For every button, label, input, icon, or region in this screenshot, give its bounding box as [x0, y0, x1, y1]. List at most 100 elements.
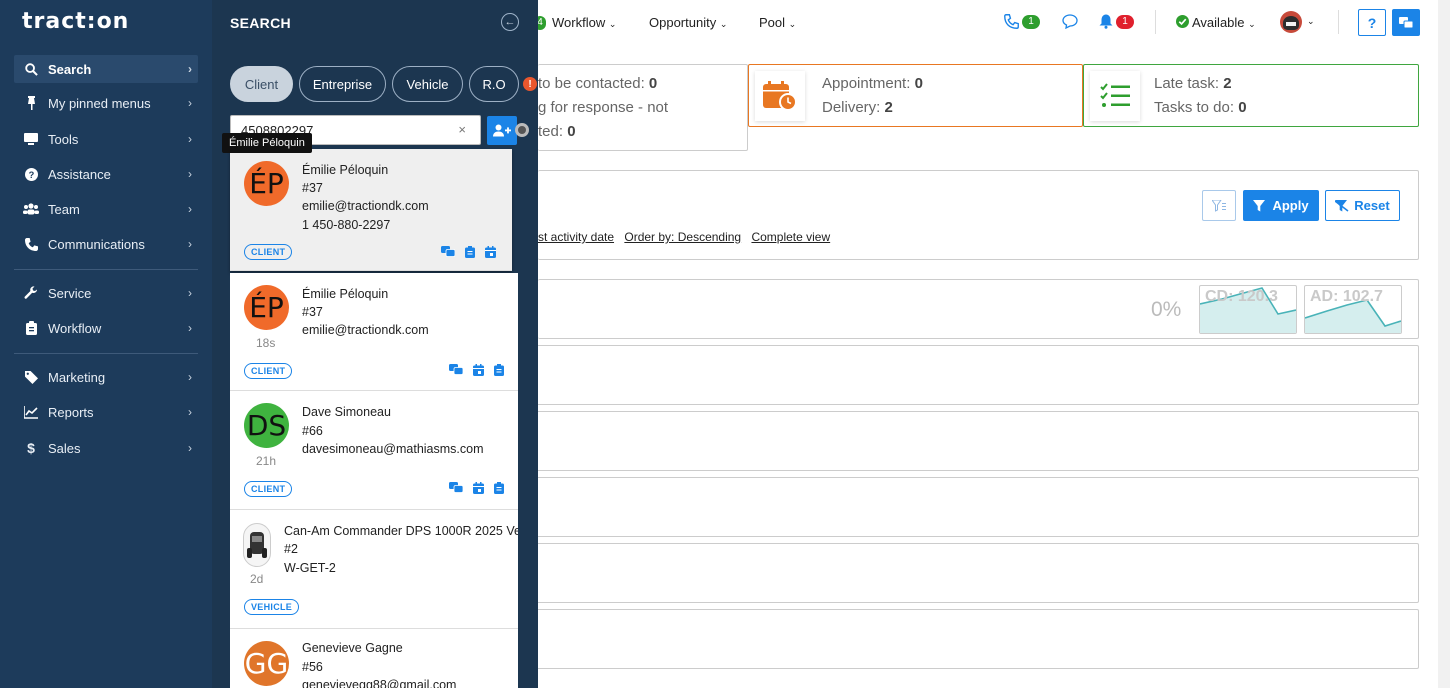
chat-icon[interactable]	[449, 364, 463, 375]
chevron-right-icon: ›	[188, 202, 192, 216]
chevron-down-icon: ⌄	[719, 19, 728, 29]
topbar-divider	[1155, 10, 1156, 34]
list-row[interactable]	[538, 345, 1419, 405]
chevron-down-icon[interactable]: ⌄	[1307, 16, 1315, 27]
collapse-panel-button[interactable]: ←	[501, 13, 519, 31]
pool-menu[interactable]: Pool ⌄	[759, 15, 796, 30]
sidebar-item-sales[interactable]: $ Sales ›	[14, 434, 198, 462]
vehicle-photo	[243, 523, 271, 567]
add-client-button[interactable]	[487, 116, 517, 145]
warning-icon: !	[523, 77, 537, 91]
stat-box-tasks[interactable]: Late task: 2 Tasks to do: 0	[1083, 64, 1419, 127]
chat-icon[interactable]	[1062, 14, 1078, 34]
chevron-down-icon: ⌄	[788, 19, 797, 29]
sidebar-item-marketing[interactable]: Marketing ›	[14, 363, 198, 391]
sidebar-item-reports[interactable]: Reports ›	[14, 398, 198, 426]
result-name: Dave Simoneau	[302, 405, 391, 419]
search-result-item[interactable]: ÉP Émilie Péloquin #37 emilie@tractiondk…	[230, 149, 512, 271]
apply-filter-button[interactable]: Apply	[1243, 190, 1319, 221]
chat-icon[interactable]	[449, 482, 463, 493]
tab-vehicle[interactable]: Vehicle	[392, 66, 463, 102]
chat-icon[interactable]	[441, 246, 455, 257]
list-row[interactable]	[538, 411, 1419, 471]
avatar-visor-graphic	[1286, 22, 1296, 26]
tab-client[interactable]: Client	[230, 66, 293, 102]
stat-label: to be contacted:	[538, 75, 649, 92]
app-logo[interactable]: tract:on	[22, 9, 129, 34]
chevron-right-icon: ›	[188, 405, 192, 419]
result-tooltip: Émilie Péloquin	[222, 133, 312, 153]
opportunity-menu[interactable]: Opportunity ⌄	[649, 15, 727, 30]
bell-icon[interactable]	[1099, 14, 1113, 34]
sort-field-link[interactable]: st activity date	[538, 230, 614, 244]
result-phone: 1 450-880-2297	[302, 218, 391, 232]
result-email: davesimoneau@mathiasms.com	[302, 442, 484, 456]
arrow-left-icon: ←	[504, 16, 516, 28]
reset-filter-button[interactable]: Reset	[1325, 190, 1400, 221]
tab-ro[interactable]: R.O	[469, 66, 519, 102]
list-row[interactable]	[538, 609, 1419, 669]
sidebar-item-label: Assistance	[48, 166, 111, 182]
stat-line: ted: 0	[538, 123, 576, 140]
list-row[interactable]	[538, 543, 1419, 603]
view-mode-link[interactable]: Complete view	[751, 230, 830, 244]
clipboard-icon[interactable]	[494, 482, 504, 494]
phone-icon[interactable]	[1004, 14, 1019, 34]
list-row[interactable]	[538, 477, 1419, 537]
clipboard-icon	[21, 321, 41, 335]
filter-list-icon	[1212, 199, 1226, 212]
sidebar-item-team[interactable]: Team ›	[14, 195, 198, 223]
clipboard-icon[interactable]	[465, 246, 475, 258]
sidebar-item-workflow[interactable]: Workflow ›	[14, 314, 198, 342]
filter-options-button[interactable]	[1202, 190, 1236, 221]
sidebar-item-search[interactable]: Search ›	[14, 55, 198, 83]
stat-value: 0	[914, 75, 923, 92]
calendar-icon[interactable]	[485, 246, 496, 258]
sidebar-divider	[14, 269, 198, 270]
result-number: #2	[284, 542, 298, 556]
stat-box-appointments[interactable]: Appointment: 0 Delivery: 2	[748, 64, 1083, 127]
availability-status-dropdown[interactable]: Available ⌄	[1192, 15, 1256, 30]
search-result-item[interactable]: 2d Can-Am Commander DPS 1000R 2025 Ve #2…	[230, 510, 518, 629]
search-result-item[interactable]: ÉP 18s Émilie Péloquin #37 emilie@tracti…	[230, 273, 518, 391]
order-by-link[interactable]: Order by: Descending	[624, 230, 741, 244]
user-avatar[interactable]	[1280, 11, 1302, 33]
pin-icon	[21, 96, 41, 110]
stat-label: ted:	[538, 123, 568, 140]
apply-filter-label: Apply	[1272, 198, 1309, 213]
ad-sparkline[interactable]: AD: 102.7	[1304, 285, 1402, 334]
clear-search-icon[interactable]: ×	[458, 122, 466, 137]
cd-sparkline[interactable]: CD: 120.3	[1199, 285, 1297, 334]
sidebar-item-assistance[interactable]: ? Assistance ›	[14, 160, 198, 188]
calendar-icon[interactable]	[473, 364, 484, 376]
search-result-item[interactable]: GG Genevieve Gagne #56 genevievegg88@gma…	[230, 629, 518, 688]
opportunity-menu-label: Opportunity	[649, 15, 717, 30]
tab-entreprise[interactable]: Entreprise	[299, 66, 386, 102]
search-result-item[interactable]: DS 21h Dave Simoneau #66 davesimoneau@ma…	[230, 391, 518, 510]
sidebar-item-label: Search	[48, 61, 92, 77]
sidebar-item-tools[interactable]: Tools ›	[14, 125, 198, 153]
result-name: Émilie Péloquin	[302, 163, 389, 177]
chevron-right-icon: ›	[188, 237, 192, 251]
calendar-icon[interactable]	[473, 482, 484, 494]
messages-button[interactable]	[1392, 9, 1420, 36]
help-button[interactable]: ?	[1358, 9, 1386, 36]
sidebar-item-pinned[interactable]: My pinned menus ›	[14, 89, 198, 117]
stat-line: to be contacted: 0	[538, 75, 657, 92]
user-plus-icon	[493, 124, 511, 137]
result-type-badge: CLIENT	[244, 481, 293, 497]
clipboard-icon[interactable]	[494, 364, 504, 376]
client-avatar: ÉP	[244, 285, 289, 330]
chevron-right-icon: ›	[188, 62, 192, 76]
sidebar-item-label: Reports	[48, 404, 94, 420]
stat-value: 0	[567, 123, 576, 140]
result-type-badge: VEHICLE	[244, 599, 300, 615]
sidebar-item-communications[interactable]: Communications ›	[14, 230, 198, 258]
result-name: Can-Am Commander DPS 1000R 2025 Ve	[284, 524, 518, 538]
topbar-divider	[1338, 10, 1339, 34]
workflow-menu[interactable]: Workflow ⌄	[552, 15, 616, 30]
chevron-down-icon: ⌄	[1248, 19, 1256, 29]
result-name: Émilie Péloquin	[302, 287, 389, 301]
page-scrollbar[interactable]	[1438, 0, 1450, 688]
sidebar-item-service[interactable]: Service ›	[14, 279, 198, 307]
